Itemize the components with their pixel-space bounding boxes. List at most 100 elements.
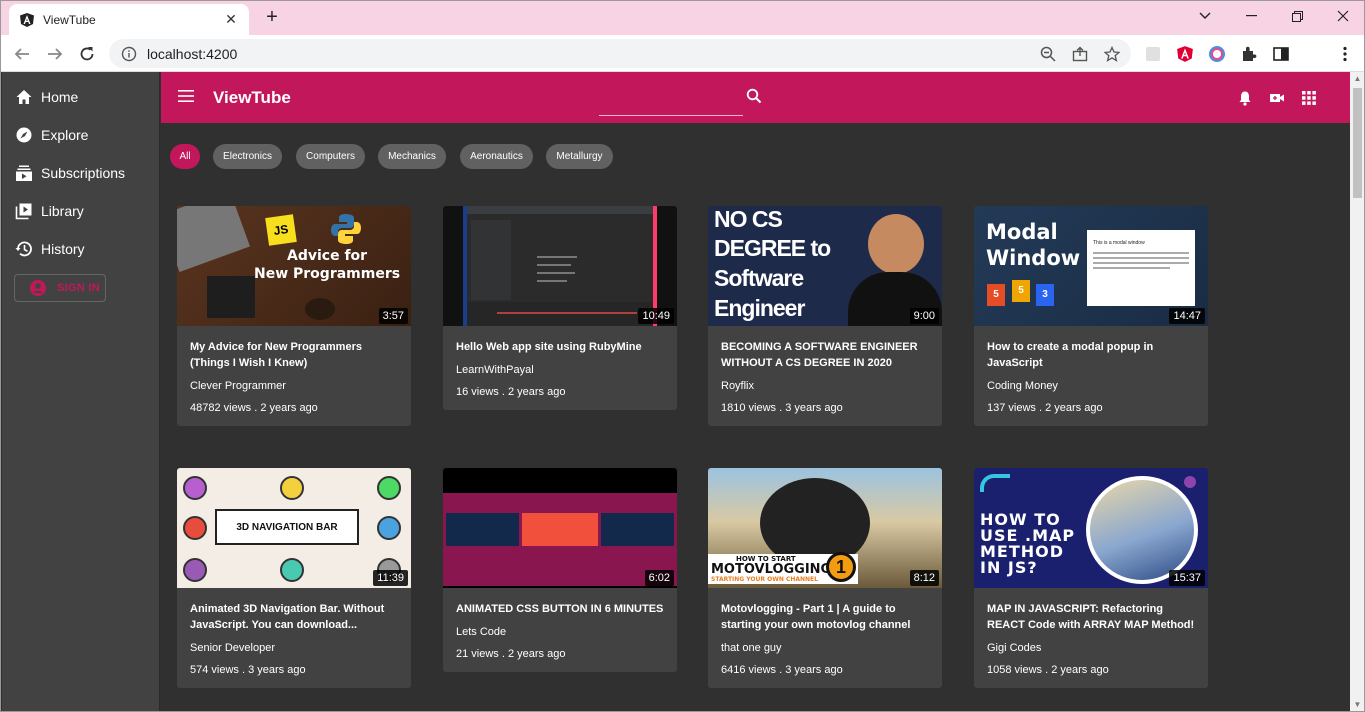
notifications-bell-icon[interactable] <box>1237 90 1253 106</box>
video-title[interactable]: My Advice for New Programmers (Things I … <box>190 339 398 371</box>
video-thumbnail[interactable]: HOW TO USE .MAP METHOD IN JS? 15:37 <box>974 468 1208 588</box>
app-header: ViewTube <box>161 72 1350 123</box>
channel-name[interactable]: Senior Developer <box>190 642 398 654</box>
url-text: localhost:4200 <box>147 45 238 62</box>
tab-close-icon[interactable]: ✕ <box>223 11 239 28</box>
color-picker-extension-icon[interactable] <box>1208 45 1226 63</box>
video-meta: 21 views . 2 years ago <box>456 648 566 660</box>
video-title[interactable]: How to create a modal popup in JavaScrip… <box>987 339 1195 371</box>
modal-window-image: This is a modal window <box>1087 230 1195 306</box>
thumbnail-text-line: MOTOVLOGGING <box>711 562 832 577</box>
video-card[interactable]: Modal Window 5 5 3 This is a modal windo… <box>974 206 1208 426</box>
angular-devtools-icon[interactable] <box>1176 45 1194 63</box>
channel-name[interactable]: Coding Money <box>987 380 1195 392</box>
scroll-down-arrow-icon[interactable]: ▼ <box>1353 700 1362 710</box>
sidebar-item-history[interactable]: History <box>2 230 159 268</box>
side-panel-icon[interactable] <box>1272 45 1290 63</box>
scroll-up-arrow-icon[interactable]: ▲ <box>1353 74 1362 84</box>
sidebar-item-explore[interactable]: Explore <box>2 116 159 154</box>
thumbnail-text-line: Window <box>986 246 1081 270</box>
video-card[interactable]: NO CS DEGREE to Software Engineer 9:00 B… <box>708 206 942 426</box>
chip-electronics[interactable]: Electronics <box>213 144 282 169</box>
browser-menu-icon[interactable] <box>1336 45 1354 63</box>
video-title[interactable]: MAP IN JAVASCRIPT: Refactoring REACT Cod… <box>987 601 1195 633</box>
video-title[interactable]: Motovlogging - Part 1 | A guide to start… <box>721 601 929 633</box>
upload-video-camera-icon[interactable] <box>1269 90 1285 106</box>
video-thumbnail[interactable]: 6:02 <box>443 468 677 588</box>
search-input[interactable] <box>599 84 743 116</box>
sidebar-item-library[interactable]: Library <box>2 192 159 230</box>
thumbnail-text-line: Software <box>714 265 804 291</box>
channel-name[interactable]: Lets Code <box>456 626 664 638</box>
thumbnail-text-line: NO CS <box>714 206 783 232</box>
site-info-icon[interactable] <box>121 46 137 62</box>
channel-name[interactable]: Clever Programmer <box>190 380 398 392</box>
video-thumbnail[interactable]: JS Advice for New Programmers 3:57 <box>177 206 411 326</box>
restore-button[interactable] <box>1274 1 1320 31</box>
page-scrollbar[interactable]: ▲ ▼ <box>1350 72 1364 711</box>
channel-name[interactable]: LearnWithPayal <box>456 364 664 376</box>
host-photo <box>1090 480 1194 580</box>
duration-badge: 11:39 <box>373 570 408 586</box>
explore-icon <box>14 125 34 145</box>
scrollbar-thumb[interactable] <box>1353 88 1362 198</box>
video-title[interactable]: ANIMATED CSS BUTTON IN 6 MINUTES <box>456 601 664 617</box>
forward-arrow-icon[interactable] <box>44 43 66 65</box>
video-thumbnail[interactable]: Modal Window 5 5 3 This is a modal windo… <box>974 206 1208 326</box>
video-card[interactable]: HOW TO START MOTOVLOGGING STARTING YOUR … <box>708 468 942 688</box>
duration-badge: 8:12 <box>909 570 939 586</box>
thumbnail-text-line: DEGREE to <box>714 235 831 261</box>
app-sidebar: Home Explore Subscriptions Library Histo… <box>2 72 160 711</box>
share-icon[interactable] <box>1072 46 1088 62</box>
video-card[interactable]: 3D NAVIGATION BAR 11:39 Animated 3D Navi… <box>177 468 411 688</box>
extensions-puzzle-icon[interactable] <box>1240 45 1258 63</box>
video-title[interactable]: Animated 3D Navigation Bar. Without Java… <box>190 601 398 633</box>
decorative-circle <box>183 558 207 582</box>
channel-name[interactable]: Gigi Codes <box>987 642 1195 654</box>
channel-name[interactable]: Royflix <box>721 380 929 392</box>
duration-badge: 3:57 <box>378 308 408 324</box>
video-title[interactable]: BECOMING A SOFTWARE ENGINEER WITHOUT A C… <box>721 339 929 371</box>
sign-in-button[interactable]: SIGN IN <box>14 274 106 302</box>
video-card[interactable]: 10:49 Hello Web app site using RubyMine … <box>443 206 677 410</box>
home-icon <box>14 87 34 107</box>
channel-name[interactable]: that one guy <box>721 642 929 654</box>
menu-hamburger-icon[interactable] <box>178 90 194 102</box>
video-thumbnail[interactable]: HOW TO START MOTOVLOGGING STARTING YOUR … <box>708 468 942 588</box>
video-thumbnail[interactable]: 3D NAVIGATION BAR 11:39 <box>177 468 411 588</box>
address-bar[interactable]: localhost:4200 <box>109 39 1131 68</box>
thumbnail-text-line: This is a modal window <box>1093 240 1145 246</box>
part-number-badge: 1 <box>826 552 856 582</box>
reload-icon[interactable] <box>76 43 98 65</box>
apps-grid-icon[interactable] <box>1301 90 1317 106</box>
brand-title[interactable]: ViewTube <box>213 88 291 108</box>
thumbnail-text-line: Modal <box>986 220 1058 244</box>
bookmark-star-icon[interactable] <box>1104 46 1120 62</box>
close-window-button[interactable] <box>1320 1 1364 31</box>
video-title[interactable]: Hello Web app site using RubyMine <box>456 339 664 355</box>
video-card[interactable]: 6:02 ANIMATED CSS BUTTON IN 6 MINUTES Le… <box>443 468 677 672</box>
back-arrow-icon[interactable] <box>11 43 33 65</box>
tab-search-chevron-icon[interactable] <box>1182 1 1228 31</box>
new-tab-button[interactable]: + <box>261 6 283 28</box>
search-icon[interactable] <box>746 88 762 104</box>
sidebar-item-subscriptions[interactable]: Subscriptions <box>2 154 159 192</box>
chip-all[interactable]: All <box>170 144 200 169</box>
minimize-button[interactable] <box>1228 1 1274 31</box>
video-card[interactable]: HOW TO USE .MAP METHOD IN JS? 15:37 MAP … <box>974 468 1208 688</box>
chip-mechanics[interactable]: Mechanics <box>378 144 446 169</box>
chip-computers[interactable]: Computers <box>296 144 365 169</box>
book-image <box>207 276 255 318</box>
video-card[interactable]: JS Advice for New Programmers 3:57 My Ad… <box>177 206 411 426</box>
browser-tab[interactable]: ViewTube ✕ <box>9 4 249 35</box>
chip-metallurgy[interactable]: Metallurgy <box>546 144 613 169</box>
extension-placeholder-icon[interactable] <box>1144 45 1162 63</box>
sidebar-item-home[interactable]: Home <box>2 78 159 116</box>
sidebar-item-label: Subscriptions <box>41 165 126 181</box>
duration-badge: 9:00 <box>909 308 939 324</box>
chip-aeronautics[interactable]: Aeronautics <box>460 144 533 169</box>
video-thumbnail[interactable]: 10:49 <box>443 206 677 326</box>
video-thumbnail[interactable]: NO CS DEGREE to Software Engineer 9:00 <box>708 206 942 326</box>
subscriptions-icon <box>14 163 34 183</box>
zoom-icon[interactable] <box>1040 46 1056 62</box>
